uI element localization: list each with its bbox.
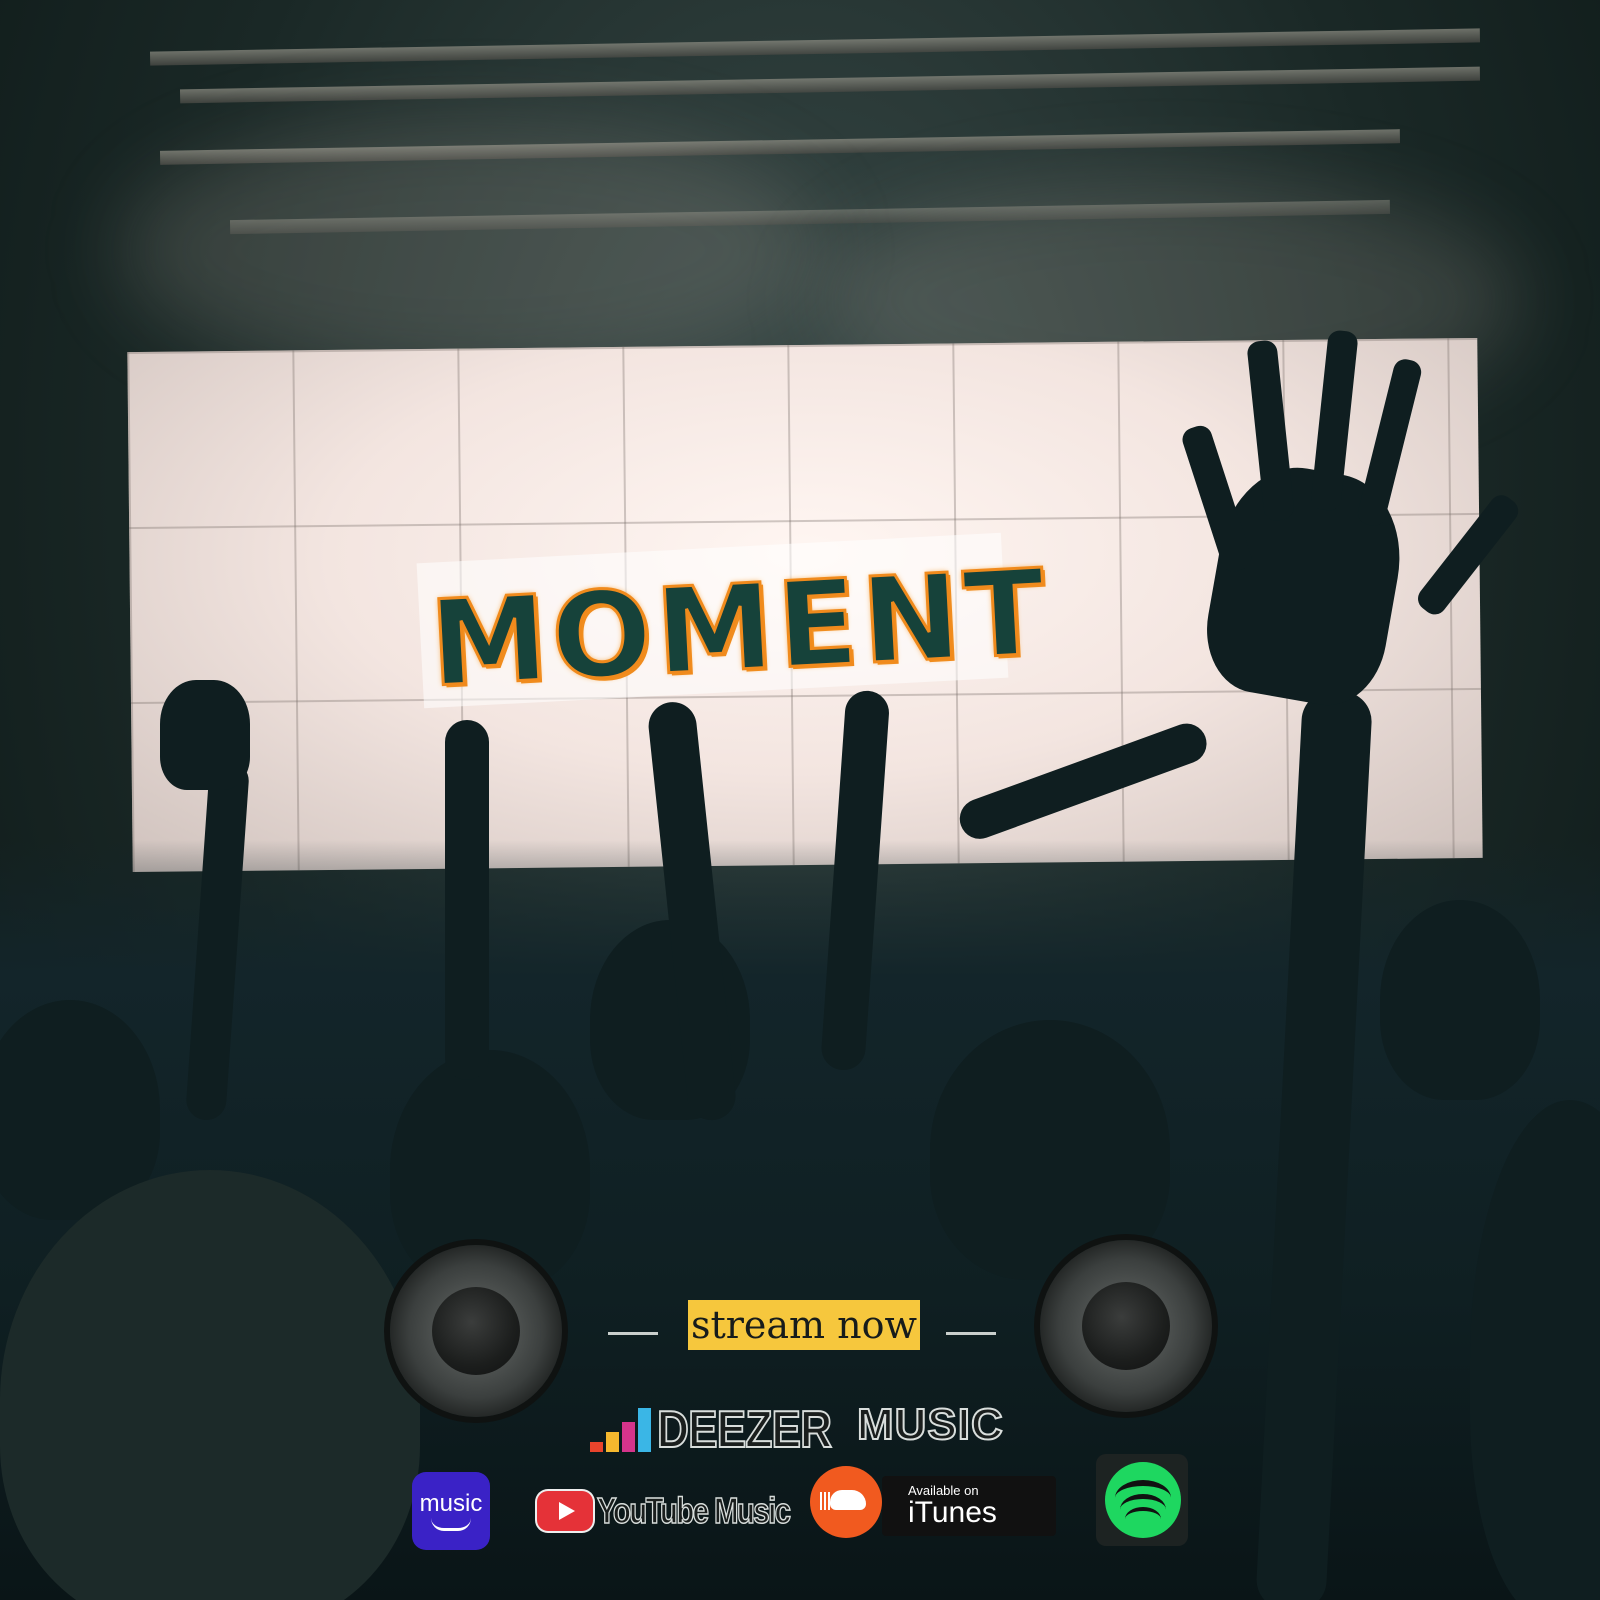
- apple-music-label: MUSIC: [856, 1399, 1004, 1450]
- deezer-label: DEEZER: [656, 1400, 833, 1460]
- raised-hand: [160, 680, 250, 790]
- amazon-music-icon[interactable]: music: [412, 1472, 490, 1550]
- divider-line: [608, 1332, 658, 1335]
- speaker-right-icon: [1040, 1240, 1212, 1412]
- youtube-music-logo[interactable]: YouTube Music: [537, 1489, 832, 1532]
- stage-truss: [179, 66, 1481, 104]
- youtube-music-label: YouTube Music: [596, 1489, 791, 1532]
- stage-truss: [149, 28, 1481, 66]
- stream-now-row: stream now: [600, 1300, 1010, 1352]
- concert-poster: MOMENT stream now DEEZER MUSIC music You…: [0, 0, 1600, 1600]
- divider-line: [946, 1332, 996, 1335]
- itunes-large-label: iTunes: [908, 1496, 997, 1529]
- apple-music-logo[interactable]: MUSIC: [855, 1399, 1004, 1450]
- amazon-smile-icon: [431, 1518, 471, 1531]
- crowd-head: [1380, 900, 1540, 1100]
- spotify-icon[interactable]: [1105, 1462, 1181, 1538]
- deezer-logo[interactable]: DEEZER: [590, 1400, 862, 1460]
- youtube-play-icon: [537, 1491, 593, 1531]
- itunes-badge[interactable]: Available on iTunes: [882, 1476, 1056, 1536]
- stream-now-button[interactable]: stream now: [688, 1300, 920, 1350]
- speaker-left-icon: [390, 1245, 562, 1417]
- raised-arm: [445, 720, 489, 1080]
- soundcloud-icon[interactable]: [810, 1466, 882, 1538]
- deezer-icon: [590, 1408, 651, 1452]
- stage-smoke: [120, 120, 820, 380]
- amazon-music-label: music: [419, 1490, 483, 1517]
